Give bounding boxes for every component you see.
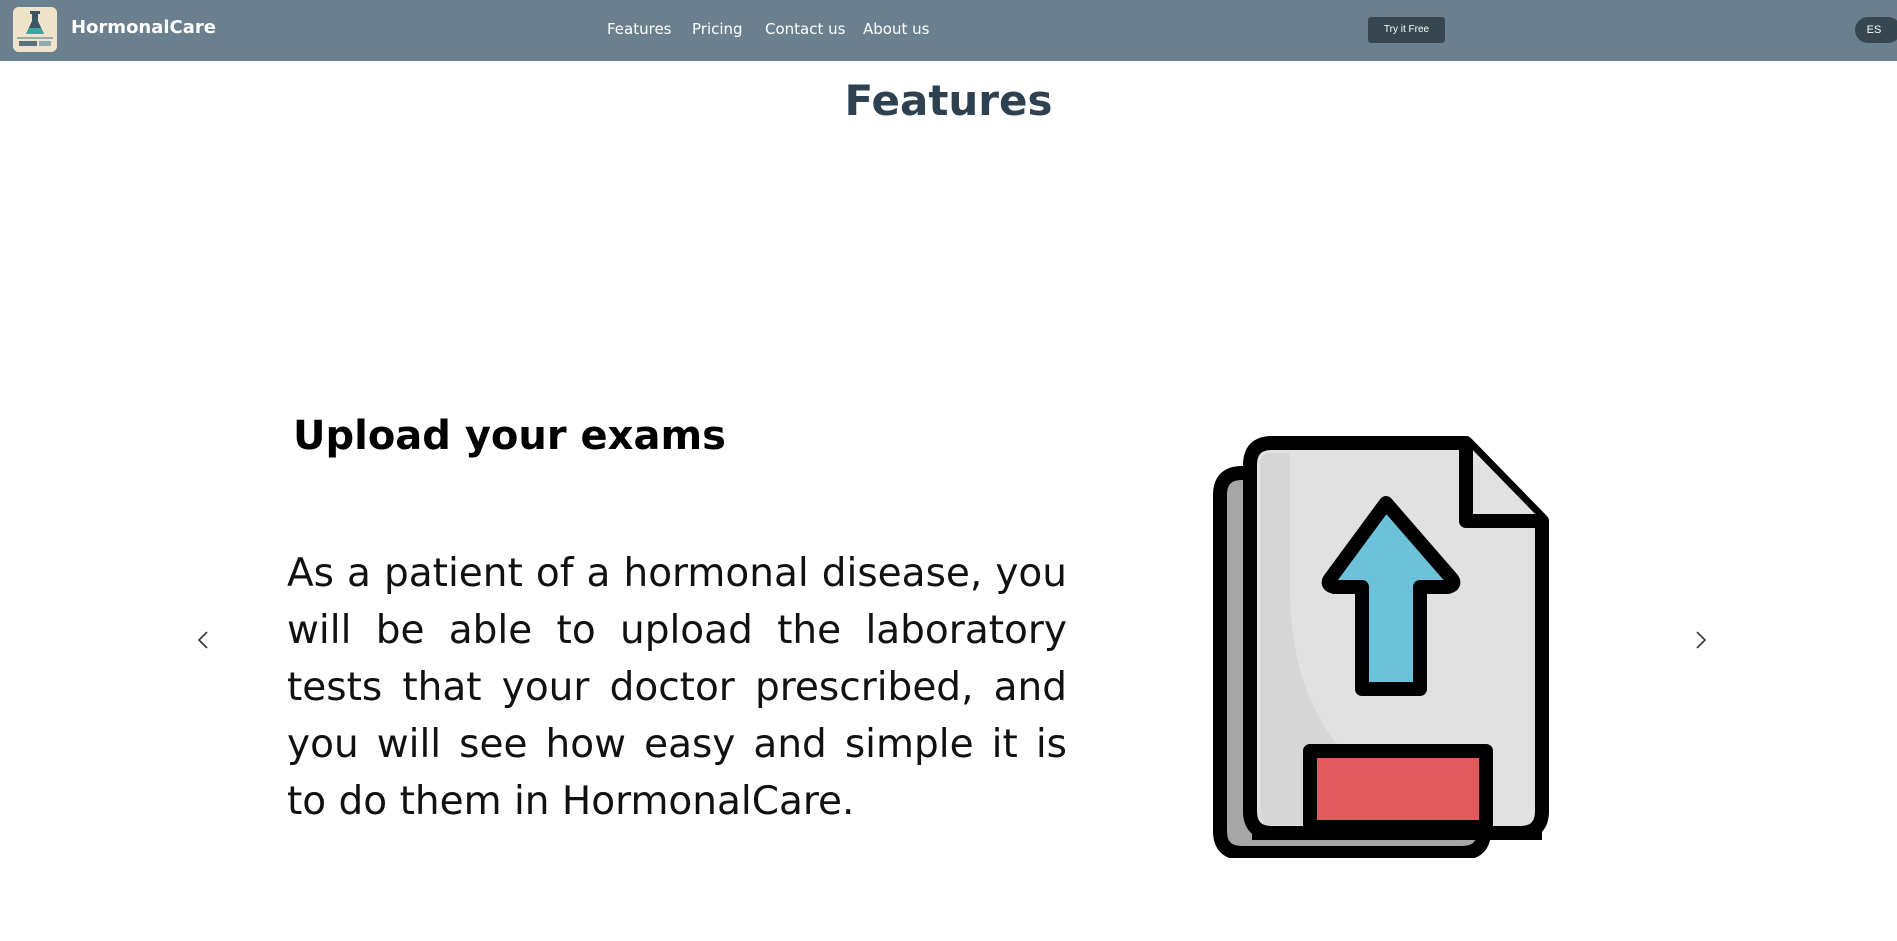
- section-title: Features: [844, 76, 1053, 125]
- brand-name[interactable]: HormonalCare: [71, 17, 216, 38]
- chevron-left-icon: [197, 631, 208, 649]
- logo[interactable]: [13, 7, 57, 52]
- slide-description: As a patient of a hormonal disease, you …: [287, 551, 1067, 824]
- nav-link-pricing[interactable]: Pricing: [692, 20, 743, 38]
- nav-link-features[interactable]: Features: [607, 20, 672, 38]
- language-toggle-button[interactable]: ES: [1855, 17, 1897, 43]
- upload-document-icon: [1213, 436, 1549, 860]
- navbar: HormonalCare Features Pricing Contact us…: [0, 0, 1897, 61]
- chevron-right-icon: [1696, 631, 1707, 649]
- carousel-prev-button[interactable]: [188, 625, 218, 655]
- slide-image: [1212, 433, 1552, 860]
- slide-title: Upload your exams: [293, 413, 726, 459]
- flask-logo-icon: [13, 7, 57, 52]
- nav-link-about[interactable]: About us: [863, 20, 929, 38]
- try-free-button[interactable]: Try it Free: [1368, 17, 1445, 43]
- nav-link-contact[interactable]: Contact us: [765, 20, 845, 38]
- carousel-next-button[interactable]: [1686, 625, 1716, 655]
